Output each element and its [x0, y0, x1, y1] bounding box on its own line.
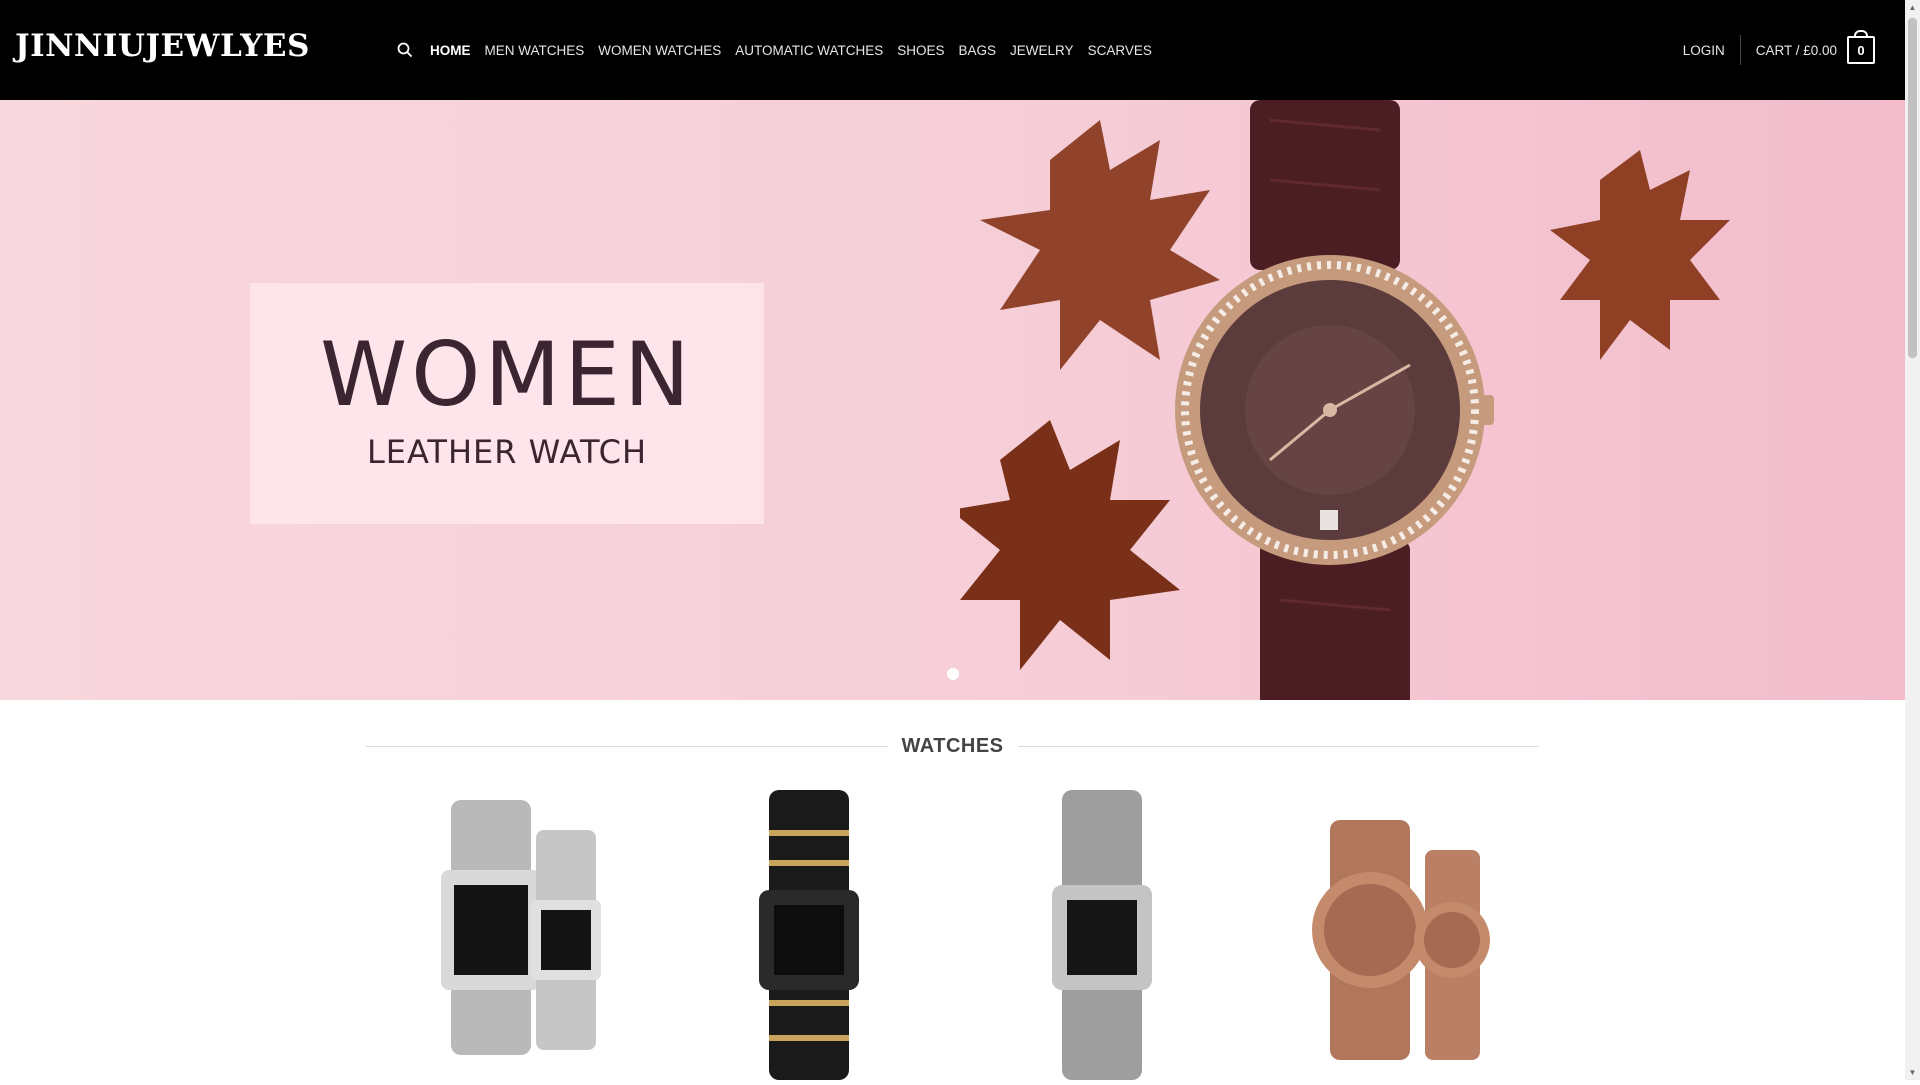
nav-divider: [1739, 35, 1741, 65]
main-nav: HOME MEN WATCHES WOMEN WATCHES AUTOMATIC…: [396, 0, 1152, 100]
section-header: WATCHES: [366, 734, 1540, 758]
scroll-up-icon[interactable]: ▲: [1905, 0, 1920, 15]
section-line-left: [366, 745, 888, 747]
hero-text-box: WOMEN LEATHER WATCH: [250, 283, 764, 524]
login-link[interactable]: LOGIN: [1683, 43, 1725, 58]
hero-title: WOMEN: [320, 323, 694, 426]
site-header: JINNIUJEWLYES HOME MEN WATCHES WOMEN WAT…: [0, 0, 1905, 100]
watch-leaves-image: [960, 100, 1730, 700]
hero-banner[interactable]: WOMEN LEATHER WATCH: [0, 100, 1905, 700]
product-card-rose-gold-pair-watch[interactable]: [1260, 790, 1540, 1080]
product-grid: [366, 790, 1539, 1080]
nav-jewelry[interactable]: JEWELRY: [1010, 43, 1074, 58]
slider-dot[interactable]: [947, 668, 959, 680]
account-nav: LOGIN CART / £0.00 0: [1683, 0, 1875, 100]
silver-pair-watch-image: [441, 800, 601, 1055]
nav-women-watches[interactable]: WOMEN WATCHES: [598, 43, 721, 58]
page-scrollbar[interactable]: ▲ ▼: [1905, 0, 1920, 1080]
nav-scarves[interactable]: SCARVES: [1088, 43, 1152, 58]
section-title: WATCHES: [901, 734, 1004, 757]
section-line-right: [1017, 745, 1540, 747]
hero-subtitle: LEATHER WATCH: [366, 433, 648, 471]
search-icon[interactable]: [396, 41, 414, 59]
scroll-down-icon[interactable]: ▼: [1905, 1065, 1920, 1080]
scroll-thumb[interactable]: [1908, 18, 1917, 358]
cart-link[interactable]: CART / £0.00: [1756, 43, 1837, 58]
site-logo[interactable]: JINNIUJEWLYES: [15, 28, 310, 64]
rose-gold-pair-watch-image: [1312, 820, 1490, 1060]
silver-square-watch-image: [1052, 790, 1152, 1080]
product-card-silver-pair-watch[interactable]: [366, 790, 646, 1080]
cart-bag-icon[interactable]: 0: [1847, 30, 1875, 64]
product-card-black-gold-watch[interactable]: [664, 790, 944, 1080]
nav-shoes[interactable]: SHOES: [897, 43, 944, 58]
nav-men-watches[interactable]: MEN WATCHES: [485, 43, 585, 58]
nav-bags[interactable]: BAGS: [959, 43, 997, 58]
black-gold-watch-image: [759, 790, 859, 1080]
nav-automatic-watches[interactable]: AUTOMATIC WATCHES: [735, 43, 883, 58]
product-card-silver-square-watch[interactable]: [962, 790, 1242, 1080]
nav-home[interactable]: HOME: [430, 43, 471, 58]
